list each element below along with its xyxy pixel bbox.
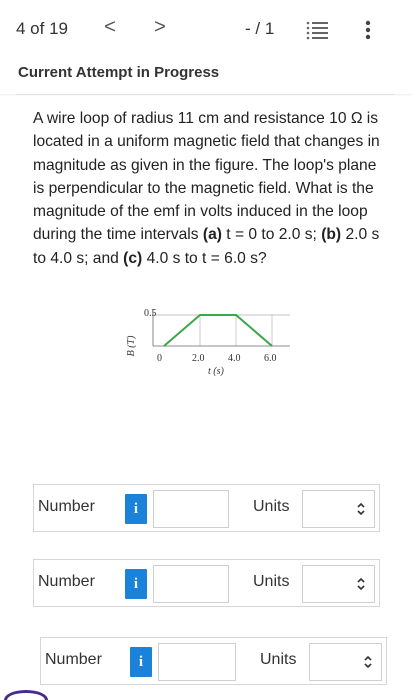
number-input-c[interactable] — [158, 643, 236, 681]
chevron-up-down-icon — [364, 655, 372, 669]
chevron-left-icon[interactable]: < — [100, 16, 120, 39]
chevron-up-down-icon — [357, 577, 365, 591]
number-label: Number — [38, 498, 95, 515]
units-select-c[interactable] — [309, 643, 382, 681]
part-a-text: t = 0 to 2.0 s; — [221, 226, 322, 244]
divider — [16, 94, 394, 95]
chevron-right-icon[interactable]: > — [150, 16, 170, 39]
page-counter: 4 of 19 — [16, 19, 68, 38]
number-label: Number — [38, 573, 95, 590]
units-label: Units — [253, 498, 290, 515]
list-icon[interactable] — [305, 18, 329, 42]
field-curve — [163, 314, 273, 347]
magnetic-field-graph: 0.5 B (T) 0 2.0 4.0 6.0 t (s) — [126, 308, 290, 377]
units-select-a[interactable] — [302, 490, 375, 528]
info-icon[interactable]: i — [125, 569, 147, 599]
zoom-level[interactable]: - / 1 — [245, 19, 274, 39]
info-icon[interactable]: i — [130, 647, 152, 677]
answer-row-c: Number i Units — [40, 637, 387, 685]
question-body: A wire loop of radius 11 cm and resistan… — [33, 110, 380, 244]
part-a-label: (a) — [202, 226, 222, 244]
units-label: Units — [253, 573, 290, 590]
chevron-up-down-icon — [357, 502, 365, 516]
question-text: A wire loop of radius 11 cm and resistan… — [33, 107, 383, 270]
section-header: Current Attempt in Progress — [0, 62, 412, 94]
x-tick-4: 4.0 — [228, 353, 241, 364]
units-label: Units — [260, 651, 297, 668]
number-label: Number — [45, 651, 102, 668]
number-input-a[interactable] — [153, 490, 229, 528]
answer-row-a: Number i Units — [33, 484, 380, 532]
y-tick-label: 0.5 — [144, 308, 157, 319]
section-title: Current Attempt in Progress — [18, 64, 220, 81]
part-c-label: (c) — [123, 249, 143, 267]
y-axis-label: B (T) — [126, 335, 137, 357]
origin-label: 0 — [157, 353, 162, 364]
top-toolbar: 4 of 19 < > - / 1 — [0, 0, 412, 62]
x-tick-6: 6.0 — [264, 353, 277, 364]
x-tick-2: 2.0 — [192, 353, 205, 364]
units-select-b[interactable] — [302, 565, 375, 603]
part-c-text: 4.0 s to t = 6.0 s? — [142, 249, 267, 267]
avatar[interactable] — [4, 690, 48, 700]
more-vertical-icon[interactable] — [362, 18, 374, 42]
number-input-b[interactable] — [153, 565, 229, 603]
part-b-label: (b) — [321, 226, 342, 244]
x-axis-label: t (s) — [208, 366, 225, 377]
info-icon[interactable]: i — [125, 494, 147, 524]
answer-row-b: Number i Units — [33, 559, 380, 607]
